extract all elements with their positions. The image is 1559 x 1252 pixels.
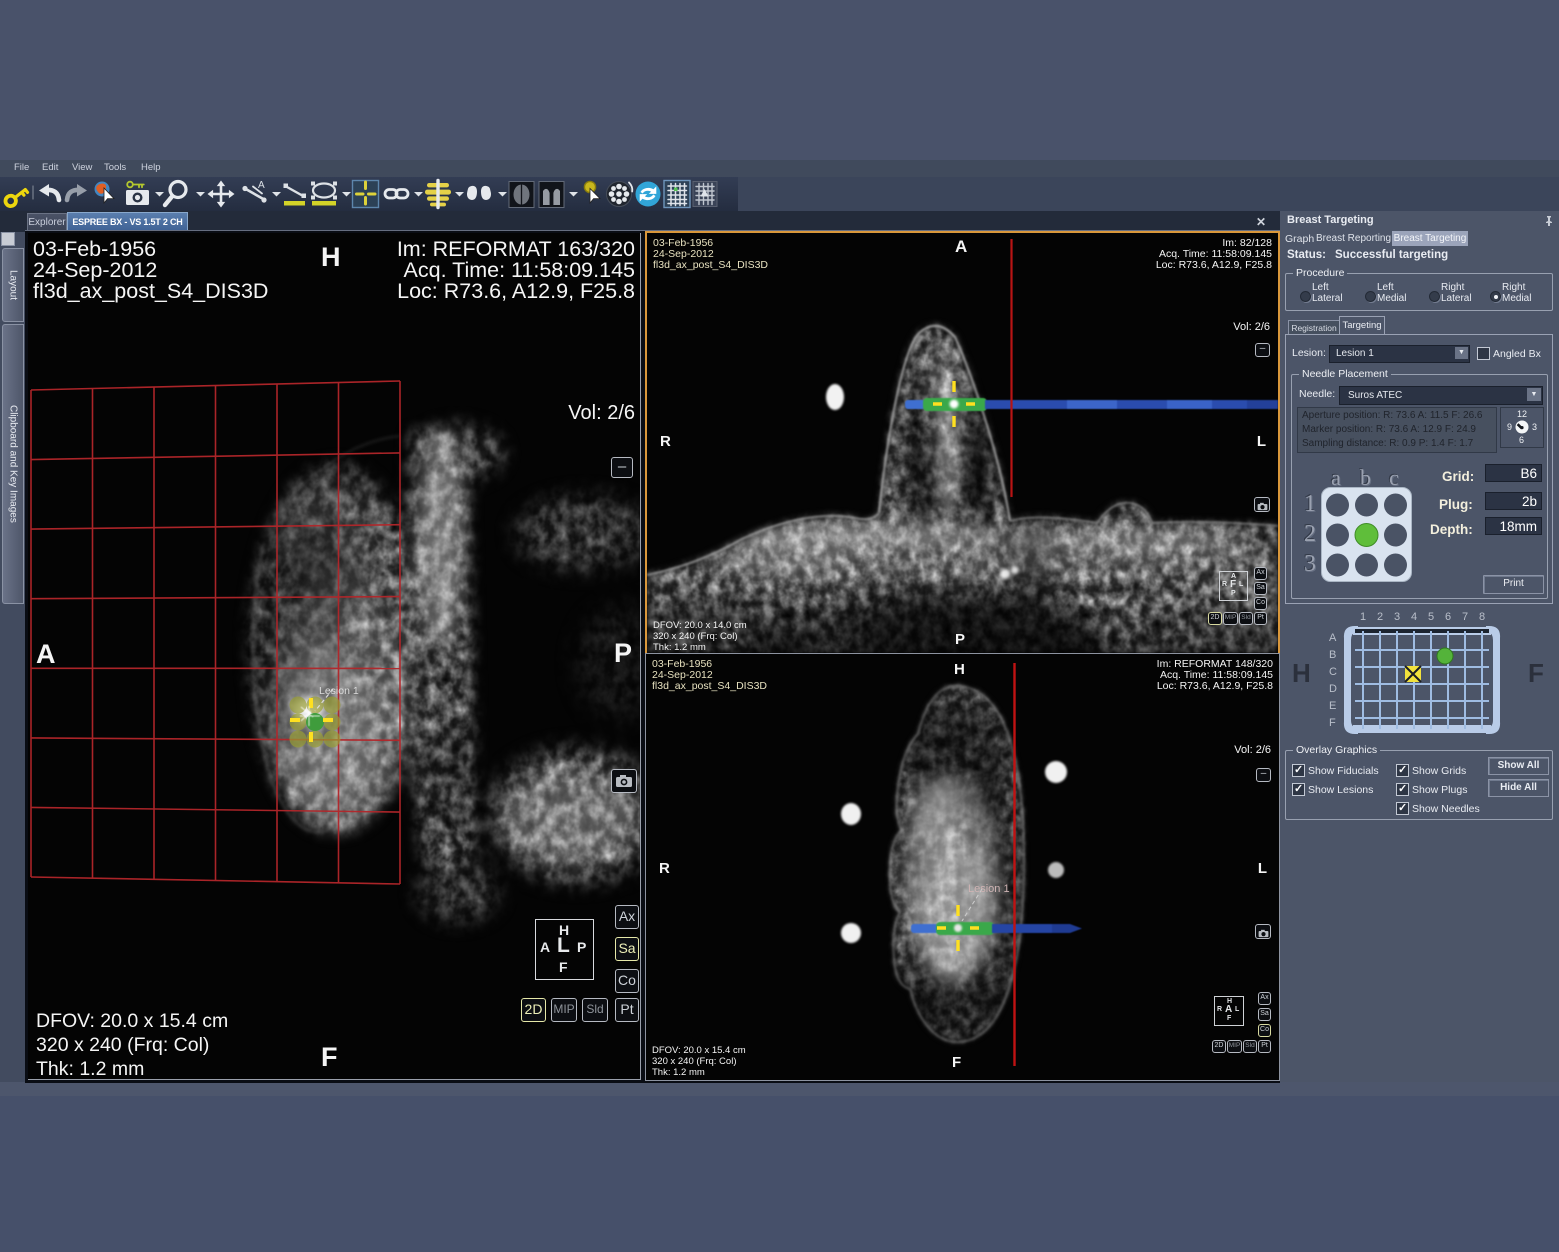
svg-text:Lesion 1: Lesion 1 [968,883,1010,895]
svg-text:A: A [258,180,265,191]
svg-text:Lesion 1: Lesion 1 [319,685,359,697]
